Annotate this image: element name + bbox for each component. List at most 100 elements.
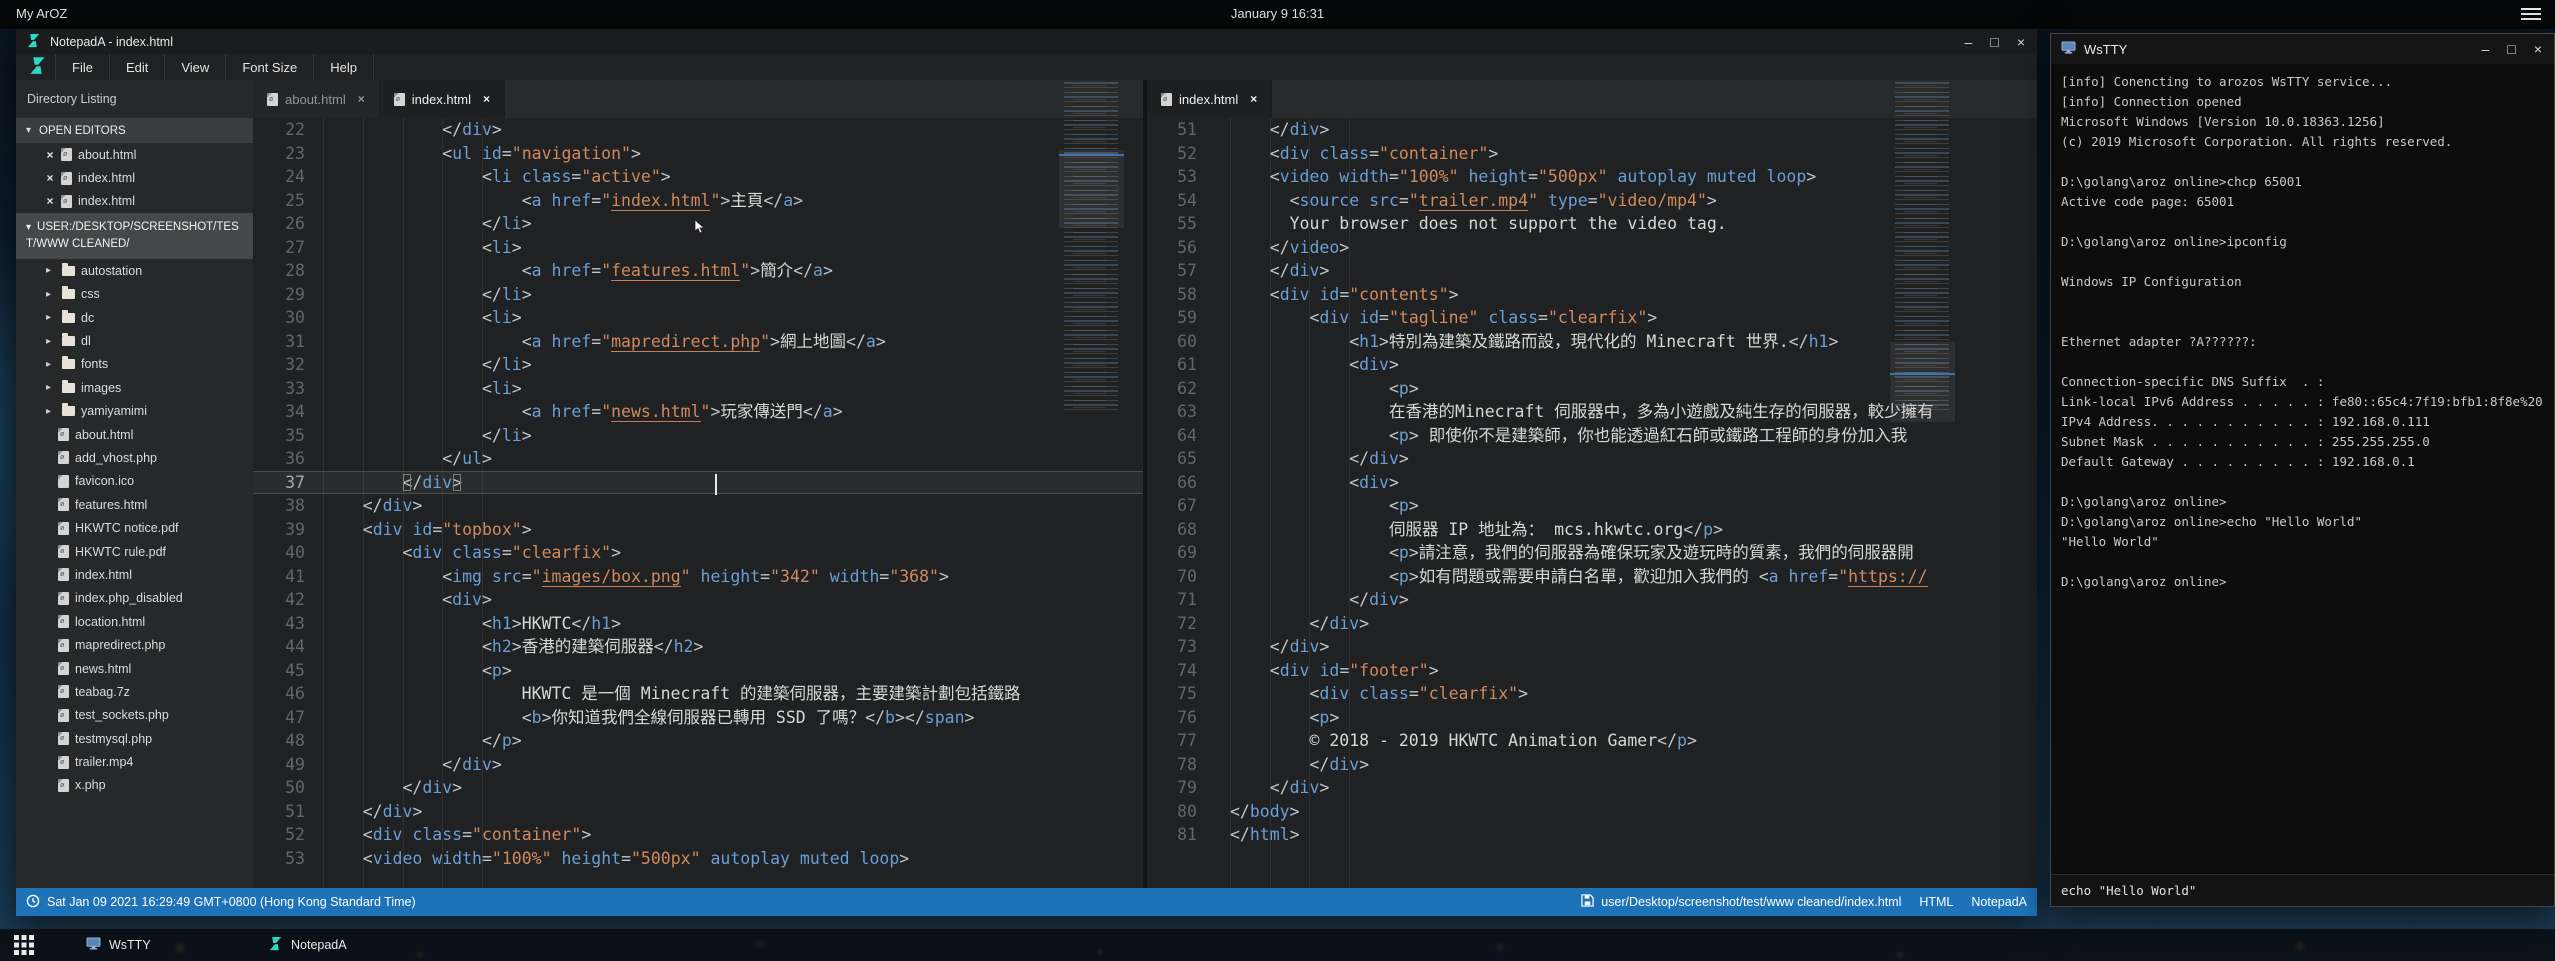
code-line[interactable]: 41 <img src="images/box.png" height="342… [253,565,1143,589]
code-line[interactable]: 25 <a href="index.html">主頁</a> [253,189,1143,213]
tab-close-icon[interactable]: × [1250,92,1257,106]
code-line[interactable]: 45 <p> [253,659,1143,683]
code-line[interactable]: 28 <a href="features.html">簡介</a> [253,259,1143,283]
code-line[interactable]: 74 <div id="footer"> [1147,659,2037,683]
code-line[interactable]: 52 <div class="container"> [253,823,1143,847]
code-line[interactable]: 68 伺服器 IP 地址為： mcs.hkwtc.org</p> [1147,518,2037,542]
code-line[interactable]: 47 <b>你知道我們全線伺服器已轉用 SSD 了嗎？</b></span> [253,706,1143,730]
code-line[interactable]: 73 </div> [1147,635,2037,659]
tree-file-row[interactable]: location.html [16,610,253,633]
open-editor-row[interactable]: ×index.html [16,190,253,213]
tab-close-icon[interactable]: × [358,92,365,106]
tree-file-row[interactable]: testmysql.php [16,727,253,750]
tab-index-html-right[interactable]: index.html × [1147,80,1272,118]
maximize-button[interactable]: □ [2507,42,2515,56]
tree-file-row[interactable]: HKWTC notice.pdf [16,516,253,539]
code-line[interactable]: 22 </div> [253,118,1143,142]
code-line[interactable]: 33 <li> [253,377,1143,401]
code-line[interactable]: 43 <h1>HKWTC</h1> [253,612,1143,636]
code-line[interactable]: 79 </div> [1147,776,2037,800]
code-line[interactable]: 69 <p>請注意，我們的伺服器為確保玩家及遊玩時的質素，我們的伺服器開 [1147,541,2037,565]
minimize-button[interactable]: – [1965,35,1973,49]
notepada-titlebar[interactable]: NotepadA - index.html – □ × [16,29,2037,54]
code-line[interactable]: 77 © 2018 - 2019 HKWTC Animation Gamer</… [1147,729,2037,753]
tree-folder-row[interactable]: ▸fonts [16,353,253,376]
tree-file-row[interactable]: HKWTC rule.pdf [16,540,253,563]
code-line[interactable]: 38 </div> [253,494,1143,518]
code-line[interactable]: 42 <div> [253,588,1143,612]
tree-file-row[interactable]: news.html [16,657,253,680]
minimap-left[interactable] [1059,82,1134,512]
tree-file-row[interactable]: x.php [16,774,253,797]
code-line[interactable]: 53 <video width="100%" height="500px" au… [253,847,1143,871]
close-file-icon[interactable]: × [42,148,58,162]
code-line[interactable]: 39 <div id="topbox"> [253,518,1143,542]
open-editor-row[interactable]: ×index.html [16,166,253,189]
code-line[interactable]: 24 <li class="active"> [253,165,1143,189]
code-line[interactable]: 46 HKWTC 是一個 Minecraft 的建築伺服器，主要建築計劃包括鐵路 [253,682,1143,706]
tree-file-row[interactable]: add_vhost.php [16,446,253,469]
code-line[interactable]: 70 <p>如有問題或需要申請白名單，歡迎加入我們的 <a href="http… [1147,565,2037,589]
tree-file-row[interactable]: test_sockets.php [16,704,253,727]
tree-folder-row[interactable]: ▸autostation [16,259,253,282]
code-line[interactable]: 50 </div> [253,776,1143,800]
minimize-button[interactable]: – [2482,42,2490,56]
tree-folder-row[interactable]: ▸dc [16,306,253,329]
code-line[interactable]: 32 </li> [253,353,1143,377]
tab-about-html[interactable]: about.html × [253,80,380,118]
code-line[interactable]: 75 <div class="clearfix"> [1147,682,2037,706]
hamburger-menu-icon[interactable] [2521,8,2541,21]
taskbar-item-notepada[interactable]: NotepadA [268,929,347,961]
code-line[interactable]: 37 </div> [253,471,1143,495]
tree-folder-row[interactable]: ▸dl [16,329,253,352]
tree-folder-row[interactable]: ▸yamiyamimi [16,400,253,423]
menu-item-view[interactable]: View [164,54,225,80]
open-editors-header[interactable]: ▾ OPEN EDITORS [16,118,253,143]
save-icon[interactable] [1581,894,1594,910]
status-mode[interactable]: HTML [1919,895,1953,909]
wstty-titlebar[interactable]: WsTTY – □ × [2051,34,2554,64]
code-line[interactable]: 76 <p> [1147,706,2037,730]
menu-item-file[interactable]: File [55,54,109,80]
code-line[interactable]: 36 </ul> [253,447,1143,471]
close-file-icon[interactable]: × [42,171,58,185]
menu-item-help[interactable]: Help [313,54,374,80]
code-line[interactable]: 35 </li> [253,424,1143,448]
tree-file-row[interactable]: teabag.7z [16,680,253,703]
code-line[interactable]: 49 </div> [253,753,1143,777]
tree-file-row[interactable]: trailer.mp4 [16,750,253,773]
close-button[interactable]: × [2017,35,2025,49]
code-line[interactable]: 78 </div> [1147,753,2037,777]
tree-file-row[interactable]: features.html [16,493,253,516]
close-file-icon[interactable]: × [42,194,58,208]
tree-folder-row[interactable]: ▸css [16,283,253,306]
code-line[interactable]: 23 <ul id="navigation"> [253,142,1143,166]
code-line[interactable]: 51 </div> [253,800,1143,824]
code-line[interactable]: 29 </li> [253,283,1143,307]
tree-file-row[interactable]: index.php_disabled [16,587,253,610]
code-line[interactable]: 31 <a href="mapredirect.php">網上地圖</a> [253,330,1143,354]
code-line[interactable]: 44 <h2>香港的建築伺服器</h2> [253,635,1143,659]
open-editor-row[interactable]: ×about.html [16,143,253,166]
tree-file-row[interactable]: index.html [16,563,253,586]
tree-file-row[interactable]: about.html [16,423,253,446]
terminal-output[interactable]: [info] Conencting to arozos WsTTY servic… [2051,64,2554,875]
close-button[interactable]: × [2534,42,2542,56]
menu-item-edit[interactable]: Edit [109,54,164,80]
code-line[interactable]: 80</body> [1147,800,2037,824]
code-line[interactable]: 30 <li> [253,306,1143,330]
tree-folder-row[interactable]: ▸images [16,376,253,399]
code-line[interactable]: 72 </div> [1147,612,2037,636]
code-line[interactable]: 81</html> [1147,823,2037,847]
code-line[interactable]: 48 </p> [253,729,1143,753]
tree-root-header[interactable]: ▾USER:/DESKTOP/SCREENSHOT/TEST/WWW CLEAN… [16,213,253,259]
taskbar-item-wstty[interactable]: WsTTY [86,929,151,961]
tab-index-html[interactable]: index.html × [380,80,505,118]
minimap-right[interactable] [1890,82,1965,512]
code-line[interactable]: 71 </div> [1147,588,2037,612]
tab-close-icon[interactable]: × [483,92,490,106]
code-line[interactable]: 40 <div class="clearfix"> [253,541,1143,565]
menu-item-font-size[interactable]: Font Size [225,54,313,80]
tree-file-row[interactable]: favicon.ico [16,470,253,493]
start-menu-icon[interactable] [13,934,35,956]
